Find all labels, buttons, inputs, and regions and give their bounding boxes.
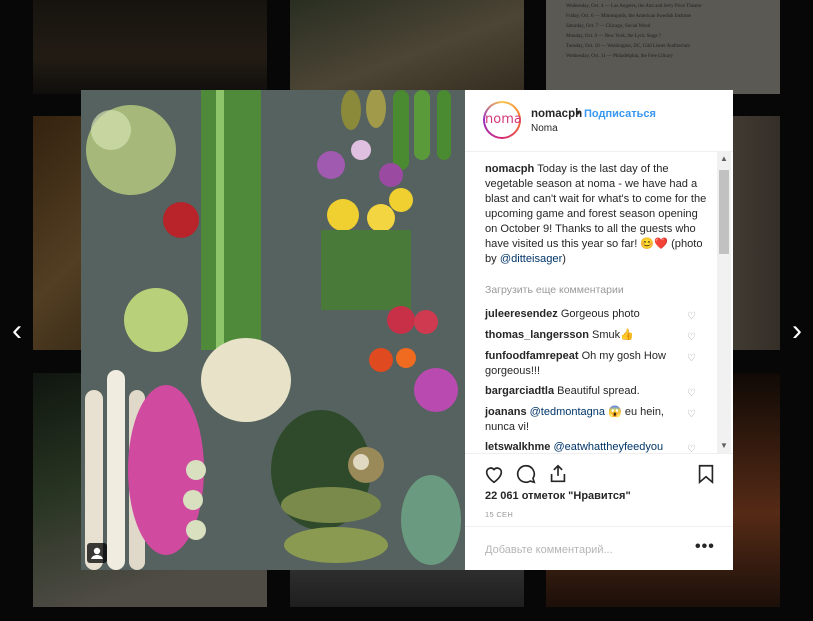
follow-button[interactable]: Подписаться bbox=[584, 108, 656, 120]
comment-username[interactable]: letswalkhme bbox=[485, 441, 550, 453]
list-item: thomas_langersson Smuk👍 bbox=[485, 328, 685, 343]
caption-mention-link[interactable]: @ditteisager bbox=[500, 253, 562, 265]
comment-username[interactable]: thomas_langersson bbox=[485, 329, 589, 341]
list-item: joanans @tedmontagna 😱 eu hein, nunca vi… bbox=[485, 405, 685, 435]
vegetable-photo bbox=[81, 90, 465, 570]
avatar[interactable]: noma bbox=[483, 101, 522, 139]
share-icon[interactable] bbox=[547, 463, 569, 485]
prev-arrow-icon[interactable]: ‹ bbox=[7, 316, 27, 346]
add-comment-bar: Добавьте комментарий... ••• bbox=[465, 526, 733, 571]
caption-end: ) bbox=[562, 253, 566, 265]
comment-mention-link[interactable]: @eatwhattheyfeedyou bbox=[553, 441, 663, 453]
comments-scrollbar[interactable]: ▲ ▼ bbox=[717, 152, 731, 453]
more-options-icon[interactable]: ••• bbox=[695, 538, 715, 556]
caption-username[interactable]: nomacph bbox=[485, 163, 534, 175]
list-item: juleeresendez Gorgeous photo bbox=[485, 307, 685, 322]
caption-text: Today is the last day of the vegetable s… bbox=[485, 163, 707, 265]
like-comment-icon[interactable]: ♡ bbox=[687, 389, 697, 399]
like-comment-icon[interactable]: ♡ bbox=[687, 333, 697, 343]
separator-dot: • bbox=[576, 108, 581, 120]
post-header: noma nomacph • Подписаться Noma bbox=[465, 90, 733, 152]
comment-username[interactable]: bargarciadtla bbox=[485, 385, 554, 397]
scroll-up-icon[interactable]: ▲ bbox=[720, 154, 728, 163]
comment-icon[interactable] bbox=[515, 463, 537, 485]
next-arrow-icon[interactable]: › bbox=[787, 316, 807, 346]
scroll-thumb[interactable] bbox=[719, 170, 729, 254]
likes-count[interactable]: 22 061 отметок "Нравится" bbox=[485, 490, 631, 502]
like-comment-icon[interactable]: ♡ bbox=[687, 445, 697, 454]
like-comment-icon[interactable]: ♡ bbox=[687, 312, 697, 322]
location-link[interactable]: Noma bbox=[531, 123, 558, 134]
post-actions bbox=[465, 453, 733, 491]
list-item: bargarciadtla Beautiful spread. bbox=[485, 384, 685, 399]
post-panel: noma nomacph • Подписаться Noma nomacph … bbox=[465, 90, 733, 570]
comment-mention-link[interactable]: @tedmontagna bbox=[530, 406, 605, 418]
load-more-comments-button[interactable]: Загрузить еще комментарии bbox=[485, 284, 624, 296]
avatar-logo: noma bbox=[485, 103, 522, 137]
tagged-user-icon[interactable] bbox=[87, 543, 107, 563]
list-item: funfoodfamrepeat Oh my gosh How gorgeous… bbox=[485, 349, 685, 379]
username-link[interactable]: nomacph bbox=[531, 108, 582, 120]
comment-username[interactable]: funfoodfamrepeat bbox=[485, 350, 579, 362]
post-caption: nomacph Today is the last day of the veg… bbox=[485, 162, 713, 267]
comment-username[interactable]: joanans bbox=[485, 406, 527, 418]
comment-text: Smuk👍 bbox=[591, 329, 634, 341]
comment-text: Beautiful spread. bbox=[557, 385, 640, 397]
post-date[interactable]: 15 СЕН bbox=[485, 510, 513, 519]
comment-username[interactable]: juleeresendez bbox=[485, 308, 558, 320]
bookmark-icon[interactable] bbox=[695, 463, 717, 485]
like-comment-icon[interactable]: ♡ bbox=[687, 354, 697, 364]
comments-list[interactable]: nomacph Today is the last day of the veg… bbox=[465, 152, 721, 453]
like-heart-icon[interactable] bbox=[483, 463, 505, 485]
list-item: letswalkhme @eatwhattheyfeedyou bbox=[485, 440, 685, 453]
like-comment-icon[interactable]: ♡ bbox=[687, 410, 697, 420]
scroll-down-icon[interactable]: ▼ bbox=[720, 441, 728, 450]
comment-input[interactable]: Добавьте комментарий... bbox=[485, 544, 613, 556]
post-photo[interactable] bbox=[81, 90, 465, 570]
comment-text: Gorgeous photo bbox=[560, 308, 640, 320]
